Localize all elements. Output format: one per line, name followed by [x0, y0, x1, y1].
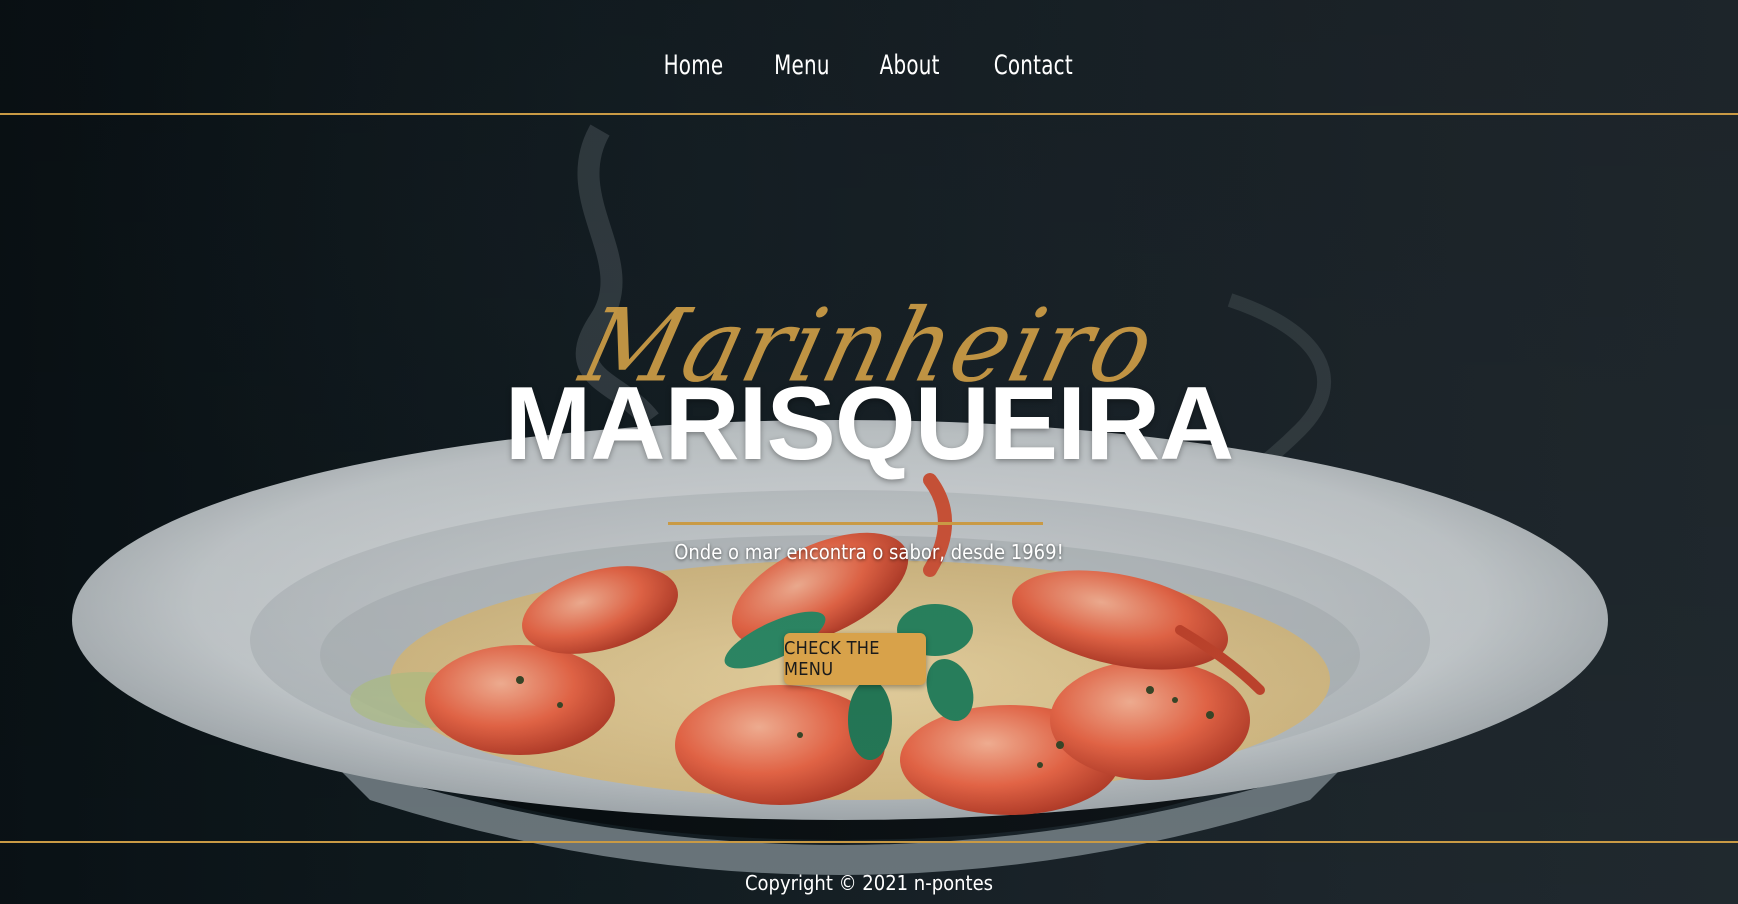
nav-link-contact[interactable]: Contact [993, 50, 1072, 81]
hero-title: MARISQUEIRA [504, 366, 1235, 482]
landing-page: Home Menu About Contact Marinheiro MARIS… [0, 0, 1738, 904]
check-menu-button[interactable]: CHECK THE MENU [784, 633, 926, 685]
nav-link-menu[interactable]: Menu [774, 50, 830, 81]
nav-link-home[interactable]: Home [663, 50, 723, 81]
hero-section: Marinheiro MARISQUEIRA Onde o mar encont… [0, 115, 1738, 841]
hero-tagline: Onde o mar encontra o sabor, desde 1969! [674, 540, 1064, 564]
main-nav: Home Menu About Contact [0, 50, 1738, 81]
site-header: Home Menu About Contact [0, 0, 1738, 115]
hero-divider [668, 522, 1043, 525]
copyright-text: Copyright © 2021 n-pontes [744, 871, 994, 895]
nav-link-about[interactable]: About [880, 50, 940, 81]
site-footer: Copyright © 2021 n-pontes [0, 841, 1738, 904]
